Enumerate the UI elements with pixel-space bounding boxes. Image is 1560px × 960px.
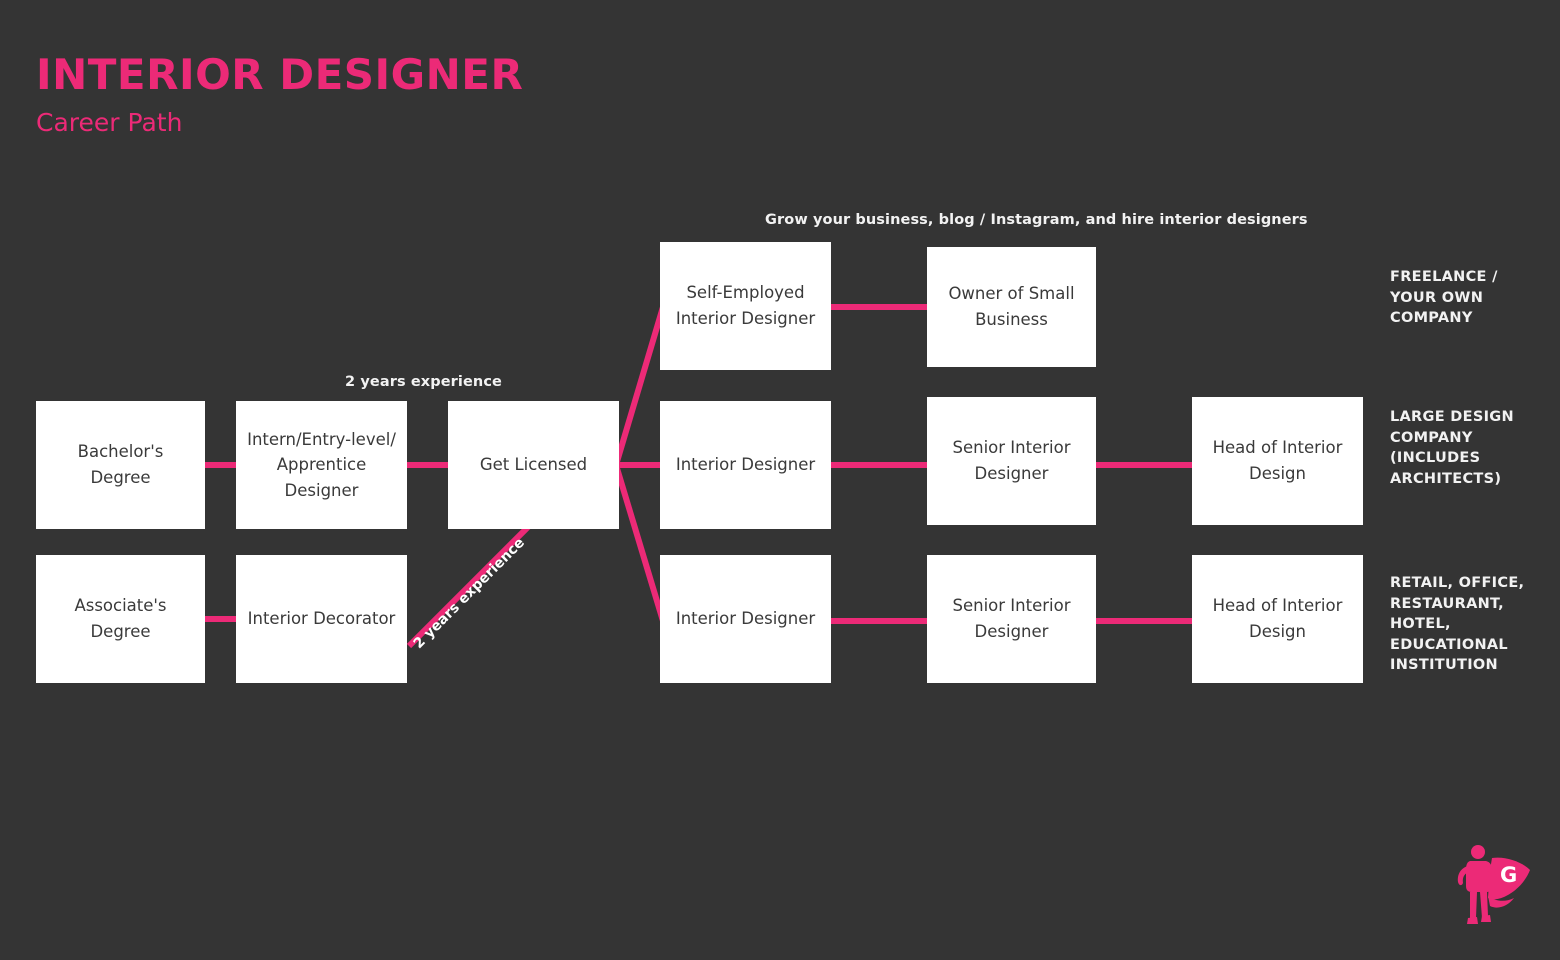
logo-letter: G	[1500, 863, 1517, 887]
node-senior-interior-designer-large[interactable]: Senior Interior Designer	[927, 397, 1096, 525]
page-title: INTERIOR DESIGNER	[36, 50, 524, 99]
page-subtitle: Career Path	[36, 108, 183, 137]
node-interior-designer-large[interactable]: Interior Designer	[660, 401, 831, 529]
node-associates-degree[interactable]: Associate's Degree	[36, 555, 205, 683]
node-head-interior-design-large[interactable]: Head of Interior Design	[1192, 397, 1363, 525]
edge-licensed-to-designer-retail	[613, 464, 666, 622]
lane-label-retail-office: RETAIL, OFFICE, RESTAURANT, HOTEL, EDUCA…	[1390, 575, 1525, 674]
node-self-employed-interior-designer[interactable]: Self-Employed Interior Designer	[660, 242, 831, 370]
lane-label-freelance: FREELANCE / YOUR OWN COMPANY	[1390, 269, 1498, 327]
annotation-two-years-diagonal: 2 years experience	[410, 534, 528, 652]
node-bachelors-degree[interactable]: Bachelor's Degree	[36, 401, 205, 529]
node-get-licensed[interactable]: Get Licensed	[448, 401, 619, 529]
annotation-two-years-top: 2 years experience	[345, 374, 502, 390]
node-senior-interior-designer-retail[interactable]: Senior Interior Designer	[927, 555, 1096, 683]
edge-licensed-to-self-employed	[613, 306, 666, 466]
node-interior-designer-retail[interactable]: Interior Designer	[660, 555, 831, 683]
node-intern-entry-apprentice[interactable]: Intern/Entry-level/ Apprentice Designer	[236, 401, 407, 529]
node-head-interior-design-retail[interactable]: Head of Interior Design	[1192, 555, 1363, 683]
node-owner-small-business[interactable]: Owner of Small Business	[927, 247, 1096, 367]
superhero-logo: G	[1457, 845, 1530, 924]
career-path-diagram: INTERIOR DESIGNER Career Path Grow your	[0, 0, 1560, 960]
annotation-grow-business: Grow your business, blog / Instagram, an…	[765, 212, 1308, 228]
lane-label-large-design: LARGE DESIGN COMPANY (INCLUDES ARCHITECT…	[1390, 409, 1514, 487]
node-interior-decorator[interactable]: Interior Decorator	[236, 555, 407, 683]
